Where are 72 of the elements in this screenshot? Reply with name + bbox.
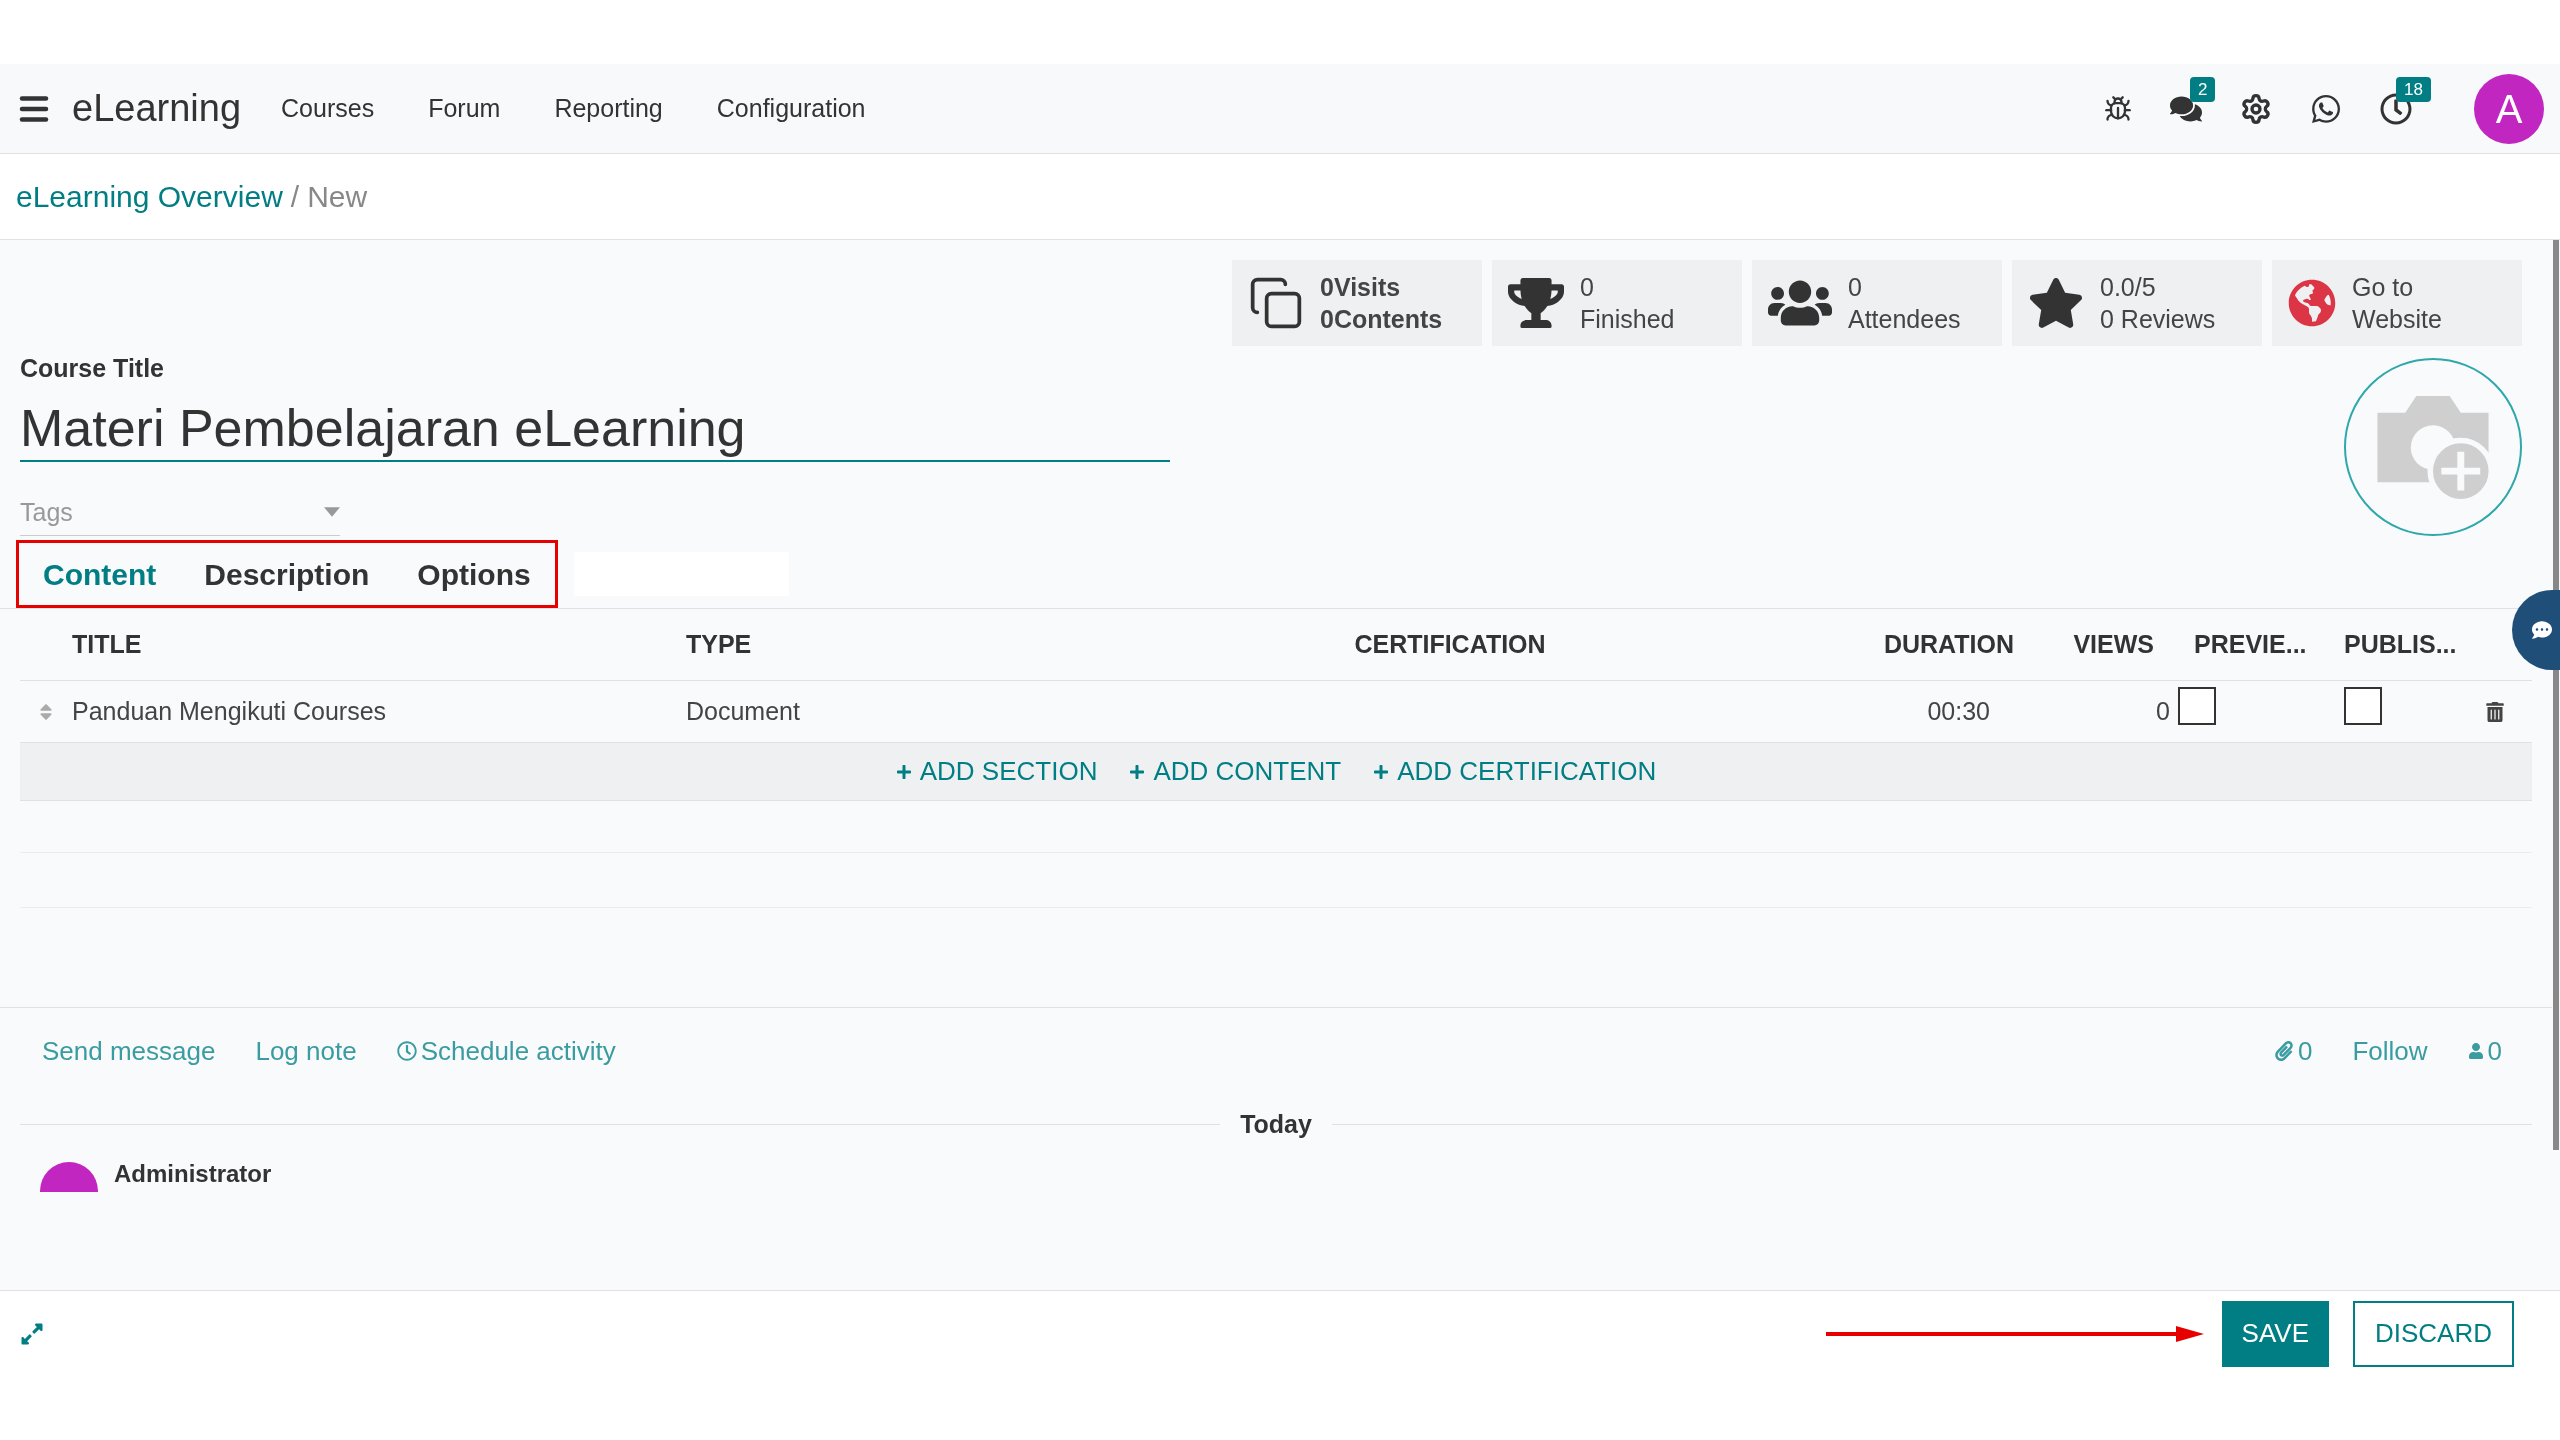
table-cell-text: 0 [2155,695,2170,727]
stat-button[interactable]: 0Visits 0Contents [1232,260,1482,346]
user-avatar[interactable]: A [2474,73,2544,144]
stat-label: Attendees [1848,304,1961,335]
stat-button[interactable]: 0.0/5 0 Reviews [2012,260,2262,346]
image-upload[interactable] [2344,358,2522,536]
chat-icon[interactable] [2310,92,2342,125]
add-link[interactable]: ADD CERTIFICATION [1373,752,1657,791]
stat-value: 0.0/5 [2100,272,2157,303]
table-cell-text: Panduan Mengikuti Courses [72,695,388,727]
documents-icon [1248,275,1304,331]
chat-icon [2532,620,2552,640]
add-link[interactable]: ADD SECTION [895,752,1098,791]
clock-icon [396,1041,417,1061]
add-link[interactable]: ADD CONTENT [1129,752,1342,791]
column-header[interactable]: VIEWS [2030,625,2170,664]
star-icon [2028,275,2084,331]
column-header[interactable]: PREVIE... [2170,625,2320,664]
tab[interactable]: Options [417,551,531,597]
column-header[interactable]: TITLE [72,625,686,664]
author-name: Administrator [114,1158,272,1189]
menu-item[interactable]: Courses [281,89,375,128]
plus-icon [1373,763,1390,780]
stat-label: Website [2352,304,2442,335]
tab[interactable]: Content [43,551,157,597]
drag-handle-icon[interactable] [38,701,54,722]
notification-badge: 2 [2190,76,2216,102]
scrollbar[interactable] [2553,240,2559,1150]
tab[interactable]: Description [204,551,370,597]
stat-value: Go to [2352,272,2415,303]
stat-value: 0Visits [1320,272,1402,303]
user-icon [2467,1043,2484,1059]
discard-button[interactable]: DISCARD [2353,1300,2514,1367]
column-header[interactable]: TYPE [686,625,1050,664]
stat-value: 0 [1580,272,1595,303]
menu-item[interactable]: Forum [428,89,501,128]
stat-button[interactable]: Go to Website [2272,260,2522,346]
stat-value: 0 [1848,272,1863,303]
globe-icon [2288,279,2336,327]
stat-label: 0Contents [1320,304,1443,335]
menu-item[interactable]: Reporting [554,89,663,128]
stat-button[interactable]: 0 Attendees [1752,260,2002,346]
checkbox[interactable] [2344,687,2382,726]
activity-badge: 18 [2396,76,2431,102]
bug-icon[interactable] [2104,94,2132,123]
field-label: Course Title [20,353,166,384]
date-separator: Today [1239,1109,1313,1140]
title-input-field[interactable]: Materi Pembelajaran eLearning [20,395,1170,462]
stat-button[interactable]: 0 Finished [1492,260,1742,346]
table-cell-text: 00:30 [1926,695,1991,727]
menu-item[interactable]: Configuration [716,89,866,128]
checkbox[interactable] [2178,687,2216,726]
paperclip-icon [2273,1041,2294,1061]
table-cell-text: Document [686,695,801,727]
trash-icon[interactable] [2485,701,2505,722]
stat-label: 0 Reviews [2100,304,2216,335]
stat-label: Finished [1580,304,1675,335]
column-header[interactable]: CERTIFICATION [1050,625,1850,664]
save-button[interactable]: SAVE [2221,1300,2329,1367]
column-header[interactable]: PUBLIS... [2320,625,2460,664]
caret-icon [324,506,340,519]
trophy-icon [1508,275,1564,331]
column-header[interactable]: DURATION [1850,625,2030,664]
plus-icon [1129,763,1146,780]
breadcrumb-current: New [307,179,368,215]
breadcrumb-link[interactable]: eLearning Overview [16,174,283,219]
app-name[interactable]: eLearning [72,80,242,137]
expand-icon[interactable] [20,1321,44,1346]
author-avatar [40,1161,98,1192]
breadcrumb-separator: / [290,179,300,215]
settings-icon[interactable] [2240,92,2272,125]
plus-icon [895,763,912,780]
